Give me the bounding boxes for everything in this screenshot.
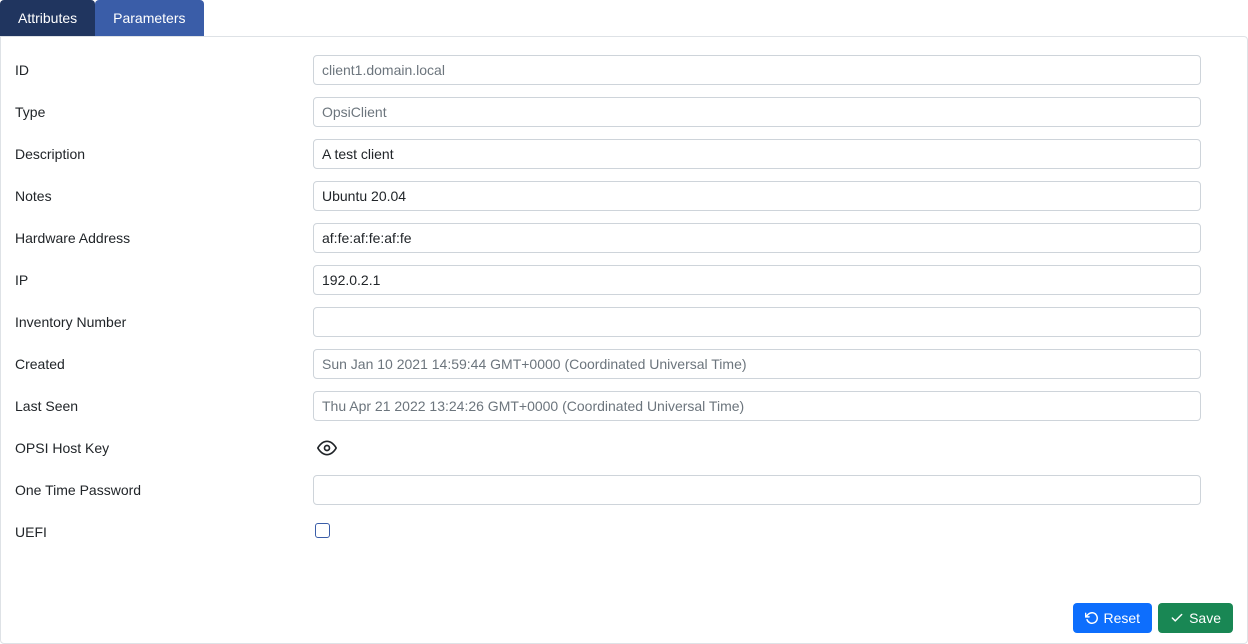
- label-hardware-address: Hardware Address: [15, 230, 313, 246]
- label-inventory-number: Inventory Number: [15, 314, 313, 330]
- hardware-address-field[interactable]: [313, 223, 1201, 253]
- label-type: Type: [15, 104, 313, 120]
- row-one-time-password: One Time Password: [1, 469, 1247, 511]
- label-notes: Notes: [15, 188, 313, 204]
- last-seen-field[interactable]: [313, 391, 1201, 421]
- label-created: Created: [15, 356, 313, 372]
- uefi-checkbox[interactable]: [315, 523, 330, 538]
- check-icon: [1170, 611, 1184, 625]
- label-description: Description: [15, 146, 313, 162]
- eye-icon[interactable]: [315, 436, 339, 460]
- row-notes: Notes: [1, 175, 1247, 217]
- label-uefi: UEFI: [15, 524, 313, 540]
- footer-actions: Reset Save: [1073, 603, 1234, 633]
- row-last-seen: Last Seen: [1, 385, 1247, 427]
- attributes-panel: ID Type Description Notes Hardware Addre: [0, 36, 1248, 644]
- row-inventory-number: Inventory Number: [1, 301, 1247, 343]
- description-field[interactable]: [313, 139, 1201, 169]
- label-id: ID: [15, 62, 313, 78]
- label-last-seen: Last Seen: [15, 398, 313, 414]
- row-opsi-host-key: OPSI Host Key: [1, 427, 1247, 469]
- tab-attributes[interactable]: Attributes: [0, 0, 95, 36]
- ip-field[interactable]: [313, 265, 1201, 295]
- reset-button-label: Reset: [1104, 610, 1141, 626]
- created-field[interactable]: [313, 349, 1201, 379]
- row-type: Type: [1, 91, 1247, 133]
- row-hardware-address: Hardware Address: [1, 217, 1247, 259]
- label-ip: IP: [15, 272, 313, 288]
- row-id: ID: [1, 49, 1247, 91]
- label-one-time-password: One Time Password: [15, 482, 313, 498]
- one-time-password-field[interactable]: [313, 475, 1201, 505]
- row-description: Description: [1, 133, 1247, 175]
- save-button[interactable]: Save: [1158, 603, 1233, 633]
- type-field[interactable]: [313, 97, 1201, 127]
- row-ip: IP: [1, 259, 1247, 301]
- tab-bar: Attributes Parameters: [0, 0, 1248, 36]
- inventory-number-field[interactable]: [313, 307, 1201, 337]
- id-field[interactable]: [313, 55, 1201, 85]
- row-uefi: UEFI: [1, 511, 1247, 553]
- label-opsi-host-key: OPSI Host Key: [15, 440, 313, 456]
- tab-parameters[interactable]: Parameters: [95, 0, 203, 36]
- row-created: Created: [1, 343, 1247, 385]
- reset-button[interactable]: Reset: [1073, 603, 1153, 633]
- page-root: Attributes Parameters ID Type Descriptio…: [0, 0, 1248, 644]
- reset-icon: [1085, 611, 1099, 625]
- notes-field[interactable]: [313, 181, 1201, 211]
- save-button-label: Save: [1189, 610, 1221, 626]
